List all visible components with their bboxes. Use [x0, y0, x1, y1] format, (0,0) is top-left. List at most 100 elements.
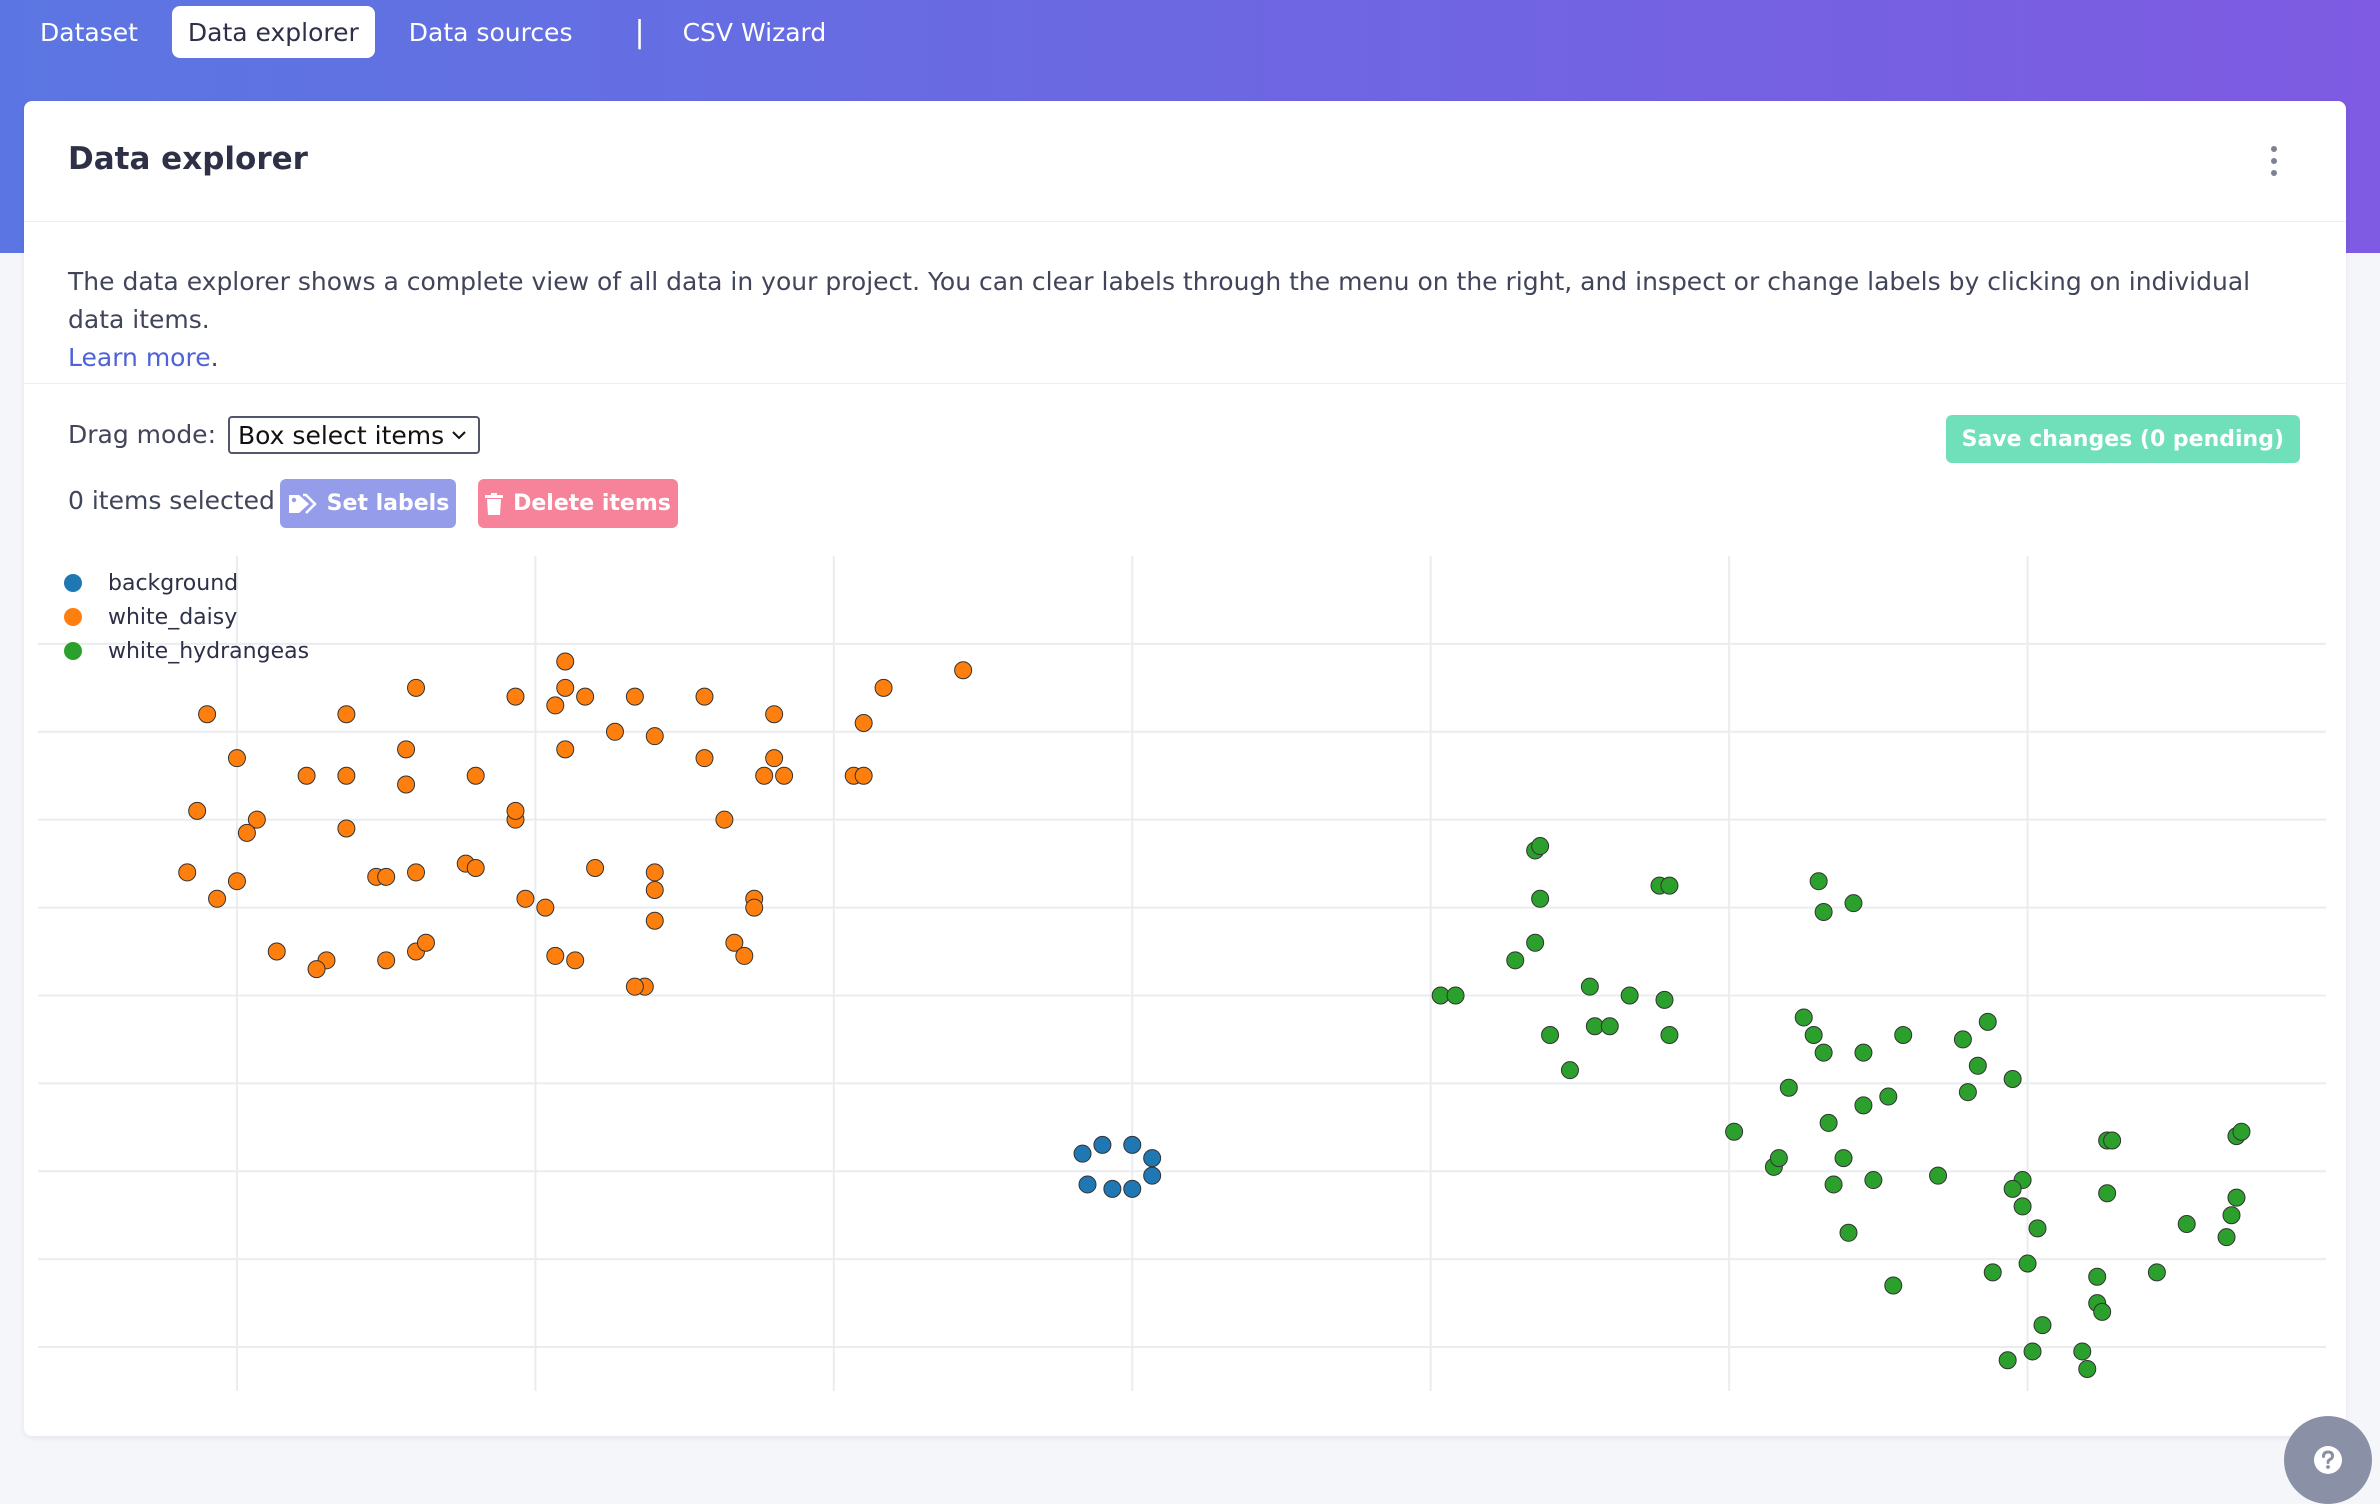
data-point-white-hydrangeas[interactable] — [2217, 1228, 2236, 1247]
data-point-background[interactable] — [1143, 1149, 1162, 1168]
data-point-white-hydrangeas[interactable] — [1998, 1351, 2017, 1370]
data-point-white-daisy[interactable] — [625, 977, 644, 996]
data-point-white-hydrangeas[interactable] — [1968, 1056, 1987, 1075]
data-point-white-hydrangeas[interactable] — [1834, 1149, 1853, 1168]
data-point-white-daisy[interactable] — [377, 951, 396, 970]
data-point-white-hydrangeas[interactable] — [1879, 1087, 1898, 1106]
data-point-white-hydrangeas[interactable] — [2078, 1360, 2097, 1379]
data-point-white-hydrangeas[interactable] — [2103, 1131, 2122, 1150]
data-point-white-hydrangeas[interactable] — [1978, 1012, 1997, 1031]
data-point-white-daisy[interactable] — [337, 705, 356, 724]
data-point-white-hydrangeas[interactable] — [1655, 990, 1674, 1009]
data-point-white-hydrangeas[interactable] — [2093, 1302, 2112, 1321]
data-point-white-hydrangeas[interactable] — [1660, 876, 1679, 895]
data-point-white-daisy[interactable] — [775, 766, 794, 785]
data-point-white-daisy[interactable] — [397, 775, 416, 794]
data-point-white-hydrangeas[interactable] — [2098, 1184, 2117, 1203]
data-point-white-hydrangeas[interactable] — [1620, 986, 1639, 1005]
data-point-white-hydrangeas[interactable] — [2088, 1267, 2107, 1286]
data-point-background[interactable] — [1123, 1179, 1142, 1198]
data-point-white-daisy[interactable] — [198, 705, 217, 724]
data-point-white-hydrangeas[interactable] — [1819, 1113, 1838, 1132]
data-point-white-daisy[interactable] — [227, 872, 246, 891]
data-point-white-hydrangeas[interactable] — [2232, 1122, 2251, 1141]
data-point-white-hydrangeas[interactable] — [1814, 902, 1833, 921]
data-point-background[interactable] — [1123, 1135, 1142, 1154]
data-point-white-daisy[interactable] — [556, 652, 575, 671]
data-point-white-daisy[interactable] — [645, 727, 664, 746]
data-point-white-hydrangeas[interactable] — [1894, 1026, 1913, 1045]
data-point-white-hydrangeas[interactable] — [1506, 951, 1525, 970]
data-point-white-hydrangeas[interactable] — [2073, 1342, 2092, 1361]
data-point-white-daisy[interactable] — [625, 687, 644, 706]
data-point-white-daisy[interactable] — [297, 766, 316, 785]
tab-data-sources[interactable]: Data sources — [393, 6, 589, 58]
data-point-white-hydrangeas[interactable] — [1958, 1083, 1977, 1102]
scatter-plot[interactable] — [24, 101, 2346, 1436]
data-point-white-daisy[interactable] — [645, 863, 664, 882]
data-point-white-hydrangeas[interactable] — [1953, 1030, 1972, 1049]
data-point-white-daisy[interactable] — [546, 696, 565, 715]
data-point-white-hydrangeas[interactable] — [2177, 1215, 2196, 1233]
help-button[interactable] — [2284, 1416, 2372, 1504]
data-point-white-daisy[interactable] — [536, 898, 555, 917]
data-point-white-daisy[interactable] — [556, 740, 575, 759]
data-point-white-hydrangeas[interactable] — [1884, 1276, 1903, 1295]
data-point-white-daisy[interactable] — [645, 881, 664, 899]
data-point-white-daisy[interactable] — [576, 687, 595, 706]
data-point-white-daisy[interactable] — [735, 946, 754, 965]
data-point-white-hydrangeas[interactable] — [1769, 1149, 1788, 1168]
data-point-white-hydrangeas[interactable] — [1804, 1026, 1823, 1045]
data-point-white-hydrangeas[interactable] — [1794, 1008, 1813, 1027]
data-point-background[interactable] — [1073, 1144, 1092, 1163]
data-point-white-daisy[interactable] — [695, 749, 714, 768]
data-point-white-daisy[interactable] — [765, 705, 784, 724]
data-point-white-daisy[interactable] — [854, 714, 873, 732]
data-point-white-daisy[interactable] — [307, 960, 326, 979]
data-point-white-daisy[interactable] — [407, 678, 426, 697]
data-point-white-hydrangeas[interactable] — [1560, 1061, 1579, 1080]
data-point-white-daisy[interactable] — [695, 687, 714, 706]
data-point-white-hydrangeas[interactable] — [1844, 894, 1863, 913]
data-point-white-daisy[interactable] — [407, 863, 426, 882]
data-point-white-daisy[interactable] — [605, 722, 624, 741]
data-point-white-hydrangeas[interactable] — [1580, 977, 1599, 996]
data-point-white-hydrangeas[interactable] — [1541, 1026, 1560, 1045]
data-point-white-hydrangeas[interactable] — [1839, 1223, 1858, 1242]
tab-csv-wizard[interactable]: CSV Wizard — [667, 6, 843, 58]
data-point-white-hydrangeas[interactable] — [1725, 1122, 1744, 1141]
data-point-white-hydrangeas[interactable] — [2028, 1219, 2047, 1238]
data-point-background[interactable] — [1093, 1135, 1112, 1154]
data-point-white-hydrangeas[interactable] — [2003, 1179, 2022, 1198]
data-point-white-daisy[interactable] — [874, 678, 893, 697]
data-point-white-hydrangeas[interactable] — [1779, 1078, 1798, 1097]
data-point-white-daisy[interactable] — [566, 951, 585, 970]
data-point-white-hydrangeas[interactable] — [1854, 1096, 1873, 1115]
data-point-white-hydrangeas[interactable] — [2033, 1316, 2052, 1335]
data-point-white-daisy[interactable] — [506, 687, 525, 706]
data-point-white-daisy[interactable] — [645, 911, 664, 930]
data-point-white-daisy[interactable] — [516, 889, 535, 908]
data-point-white-hydrangeas[interactable] — [1531, 837, 1550, 856]
data-point-background[interactable] — [1143, 1166, 1162, 1185]
data-point-white-hydrangeas[interactable] — [1809, 872, 1828, 891]
data-point-white-hydrangeas[interactable] — [2227, 1188, 2246, 1207]
data-point-white-hydrangeas[interactable] — [1600, 1017, 1619, 1036]
data-point-white-daisy[interactable] — [208, 889, 227, 908]
tab-data-explorer[interactable]: Data explorer — [171, 6, 375, 58]
data-point-background[interactable] — [1103, 1179, 1122, 1198]
data-point-white-hydrangeas[interactable] — [2013, 1197, 2032, 1216]
data-point-white-daisy[interactable] — [854, 766, 873, 785]
data-point-white-daisy[interactable] — [586, 859, 605, 878]
data-point-white-daisy[interactable] — [765, 749, 784, 768]
data-point-white-daisy[interactable] — [178, 863, 197, 882]
data-point-white-daisy[interactable] — [237, 823, 256, 842]
data-point-white-daisy[interactable] — [715, 810, 734, 829]
data-point-white-hydrangeas[interactable] — [1446, 986, 1465, 1005]
data-point-white-daisy[interactable] — [466, 859, 485, 878]
data-point-white-hydrangeas[interactable] — [1824, 1175, 1843, 1194]
data-point-white-daisy[interactable] — [377, 867, 396, 886]
data-point-white-hydrangeas[interactable] — [1526, 933, 1545, 952]
data-point-white-hydrangeas[interactable] — [1929, 1166, 1948, 1185]
data-point-white-hydrangeas[interactable] — [1864, 1171, 1883, 1190]
